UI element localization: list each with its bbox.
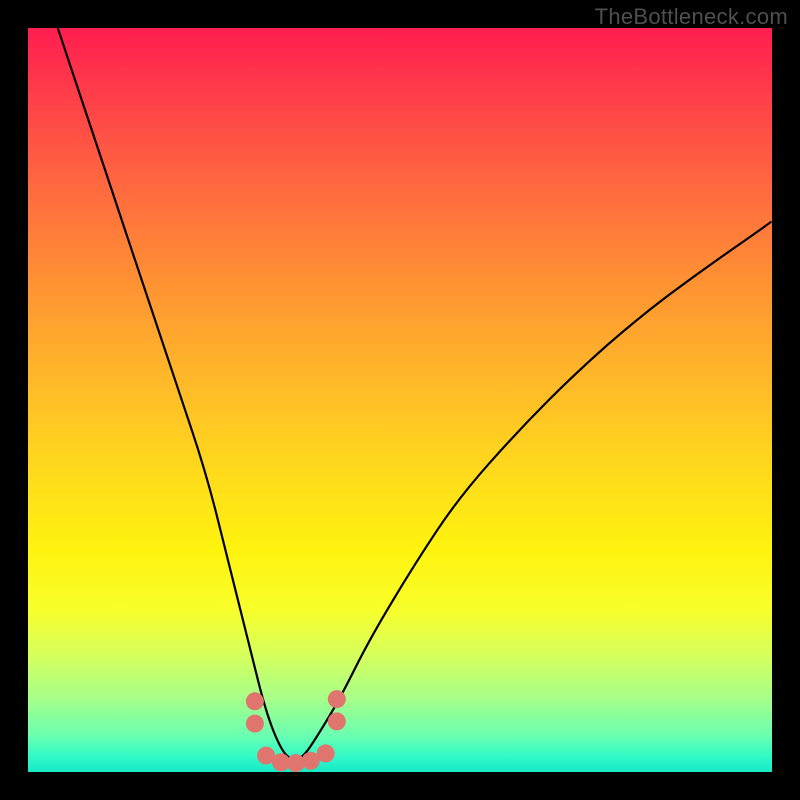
bottleneck-curve-path bbox=[58, 28, 772, 759]
data-marker bbox=[328, 712, 346, 730]
chart-svg bbox=[28, 28, 772, 772]
data-markers-group bbox=[246, 690, 346, 772]
watermark-text: TheBottleneck.com bbox=[595, 4, 788, 30]
data-marker bbox=[246, 715, 264, 733]
data-marker bbox=[317, 744, 335, 762]
plot-area bbox=[28, 28, 772, 772]
data-marker bbox=[246, 692, 264, 710]
data-marker bbox=[328, 690, 346, 708]
chart-frame: TheBottleneck.com bbox=[0, 0, 800, 800]
